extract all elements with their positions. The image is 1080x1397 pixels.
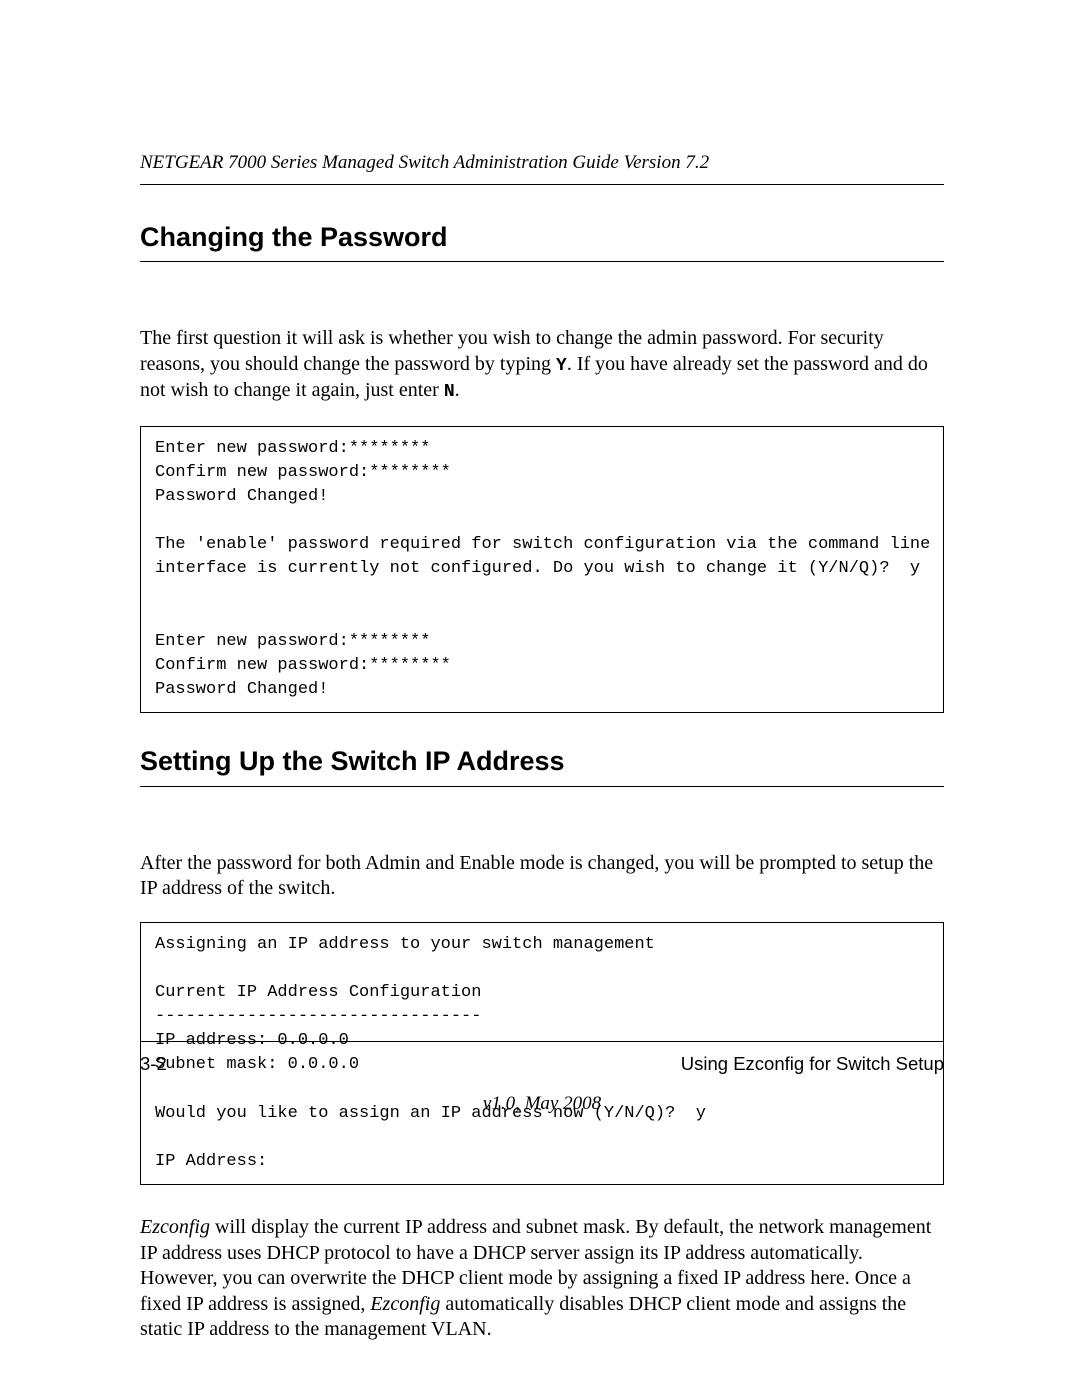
key-y: Y bbox=[556, 356, 567, 376]
code-block-password: Enter new password:******** Confirm new … bbox=[140, 426, 944, 713]
footer-section-title: Using Ezconfig for Switch Setup bbox=[681, 1052, 944, 1077]
key-n: N bbox=[444, 382, 455, 402]
text-run: . bbox=[455, 379, 460, 401]
section-heading-ip: Setting Up the Switch IP Address bbox=[140, 743, 944, 786]
page-footer: 3-2 Using Ezconfig for Switch Setup v1.0… bbox=[140, 1041, 944, 1117]
running-header: NETGEAR 7000 Series Managed Switch Admin… bbox=[140, 150, 944, 185]
page-number: 3-2 bbox=[140, 1052, 167, 1077]
body-paragraph: The first question it will ask is whethe… bbox=[140, 326, 944, 404]
footer-version: v1.0, May 2008 bbox=[140, 1091, 944, 1117]
section-heading-password: Changing the Password bbox=[140, 219, 944, 262]
product-name: Ezconfig bbox=[370, 1293, 440, 1315]
body-paragraph: After the password for both Admin and En… bbox=[140, 851, 944, 902]
document-page: NETGEAR 7000 Series Managed Switch Admin… bbox=[0, 0, 1080, 1397]
body-paragraph: Ezconfig will display the current IP add… bbox=[140, 1215, 944, 1343]
product-name: Ezconfig bbox=[140, 1216, 210, 1238]
